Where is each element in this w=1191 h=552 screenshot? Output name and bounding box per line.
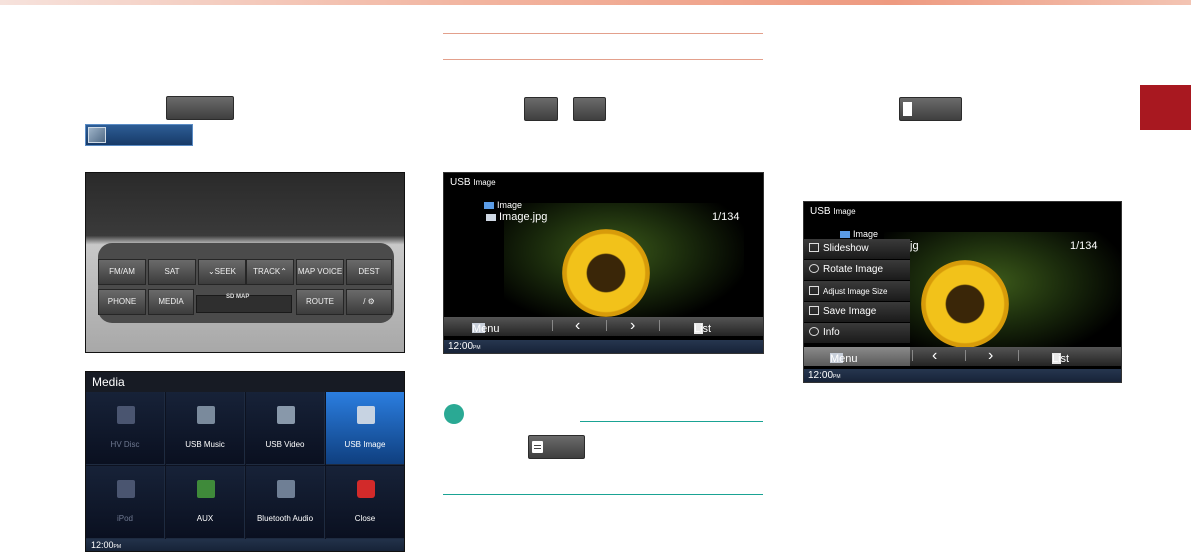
image-menu-key-icon — [903, 102, 912, 116]
sunflower-photo — [562, 229, 650, 317]
media-screen-title: Media — [86, 372, 404, 392]
note-icon — [444, 404, 464, 424]
media-item-ipod: iPod — [86, 466, 165, 539]
screen-clock: 12:00PM — [804, 369, 1121, 382]
top-gradient-bar — [0, 0, 1191, 5]
media-key-chip — [166, 96, 234, 120]
image-menu-key-chip — [899, 97, 962, 121]
menu-popup: Slideshow Rotate Image Adjust Image Size… — [804, 239, 910, 344]
usb-image-screen-playback: USB Image Image Image.jpg 1/134 Menu ‹ ›… — [443, 172, 764, 354]
screen-bottom-bar: Menu ‹ › List — [804, 347, 1121, 366]
screen-title: USB Image — [810, 206, 856, 217]
next-key-chip — [573, 97, 606, 121]
media-item-usb-video: USB Video — [246, 392, 325, 465]
radio-control-panel-photo: FM/AM SAT ⌄SEEK TRACK⌃ MAP VOICE DEST PH… — [85, 172, 405, 353]
resize-icon — [809, 286, 819, 295]
file-name-fragment: jg — [910, 240, 919, 252]
section-rule-top — [443, 33, 763, 34]
bar-divider — [965, 350, 966, 361]
section-rule-second — [443, 59, 763, 60]
usb-music-icon — [197, 406, 215, 424]
panel-button-sat: SAT — [148, 259, 196, 285]
next-button[interactable]: › — [988, 347, 993, 365]
ipod-icon — [117, 480, 135, 498]
sd-map-label: SD MAP — [226, 294, 250, 300]
folder-name: Image — [840, 229, 878, 239]
bluetooth-audio-icon — [277, 480, 295, 498]
slideshow-icon — [809, 243, 819, 252]
folder-icon — [484, 202, 494, 210]
panel-button-fm-am: FM/AM — [98, 259, 146, 285]
prev-key-chip — [524, 97, 558, 121]
panel-button-phone: PHONE — [98, 289, 146, 315]
panel-button-power-setup: / ⚙ — [346, 289, 392, 315]
note-rule-top — [580, 421, 763, 422]
close-icon — [357, 480, 375, 498]
usb-video-icon — [277, 406, 295, 424]
prev-button[interactable]: ‹ — [575, 317, 580, 335]
menu-item-save-image[interactable]: Save Image — [804, 302, 910, 323]
media-item-close: Close — [326, 466, 404, 539]
file-name: Image.jpg — [486, 211, 547, 223]
rotate-icon — [809, 264, 819, 273]
image-counter: 1/134 — [712, 211, 740, 223]
bar-divider — [659, 320, 660, 331]
panel-button-dest: DEST — [346, 259, 392, 285]
sunflower-photo — [921, 260, 1009, 348]
prev-button[interactable]: ‹ — [932, 347, 937, 365]
disc-icon — [117, 406, 135, 424]
media-item-aux: AUX — [166, 466, 245, 539]
aux-cable-icon — [197, 480, 215, 498]
media-item-usb-music: USB Music — [166, 392, 245, 465]
bar-divider — [606, 320, 607, 331]
menu-item-rotate-image[interactable]: Rotate Image — [804, 260, 910, 281]
panel-button-map-voice: MAP VOICE — [296, 259, 344, 285]
menu-item-slideshow[interactable]: Slideshow — [804, 239, 910, 260]
usb-image-thumb-icon — [88, 127, 106, 143]
media-item-usb-image: USB Image — [326, 392, 404, 465]
info-icon — [809, 327, 819, 336]
media-screen-clock: 12:00PM — [86, 539, 404, 551]
media-item-bluetooth-audio: Bluetooth Audio — [246, 466, 325, 539]
image-counter: 1/134 — [1070, 240, 1098, 252]
panel-button-seek: ⌄SEEK — [198, 259, 246, 285]
next-button[interactable]: › — [630, 317, 635, 335]
list-icon — [532, 441, 543, 453]
media-item-hv-disc: HV Disc — [86, 392, 165, 465]
bar-divider — [1018, 350, 1019, 361]
note-rule-bottom — [443, 494, 763, 495]
folder-name: Image — [484, 200, 522, 210]
screen-bottom-bar: Menu ‹ › List — [444, 317, 763, 336]
image-file-icon — [486, 213, 496, 221]
screen-clock: 12:00PM — [444, 340, 763, 353]
panel-button-route: ROUTE — [296, 289, 344, 315]
panel-button-media: MEDIA — [148, 289, 194, 315]
usb-image-chip — [85, 124, 193, 146]
bar-divider — [552, 320, 553, 331]
folder-icon — [840, 231, 850, 239]
panel-button-track: TRACK⌃ — [246, 259, 294, 285]
bar-divider — [912, 350, 913, 361]
screen-title: USB Image — [450, 177, 496, 188]
media-screen: Media HV Disc USB Music USB Video USB Im… — [85, 371, 405, 552]
menu-item-info[interactable]: Info — [804, 323, 910, 344]
save-icon — [809, 306, 819, 315]
usb-image-screen-menu: USB Image Image jg 1/134 Slideshow Rotat… — [803, 201, 1122, 383]
usb-image-icon — [357, 406, 375, 424]
list-key-chip — [528, 435, 585, 459]
menu-item-adjust-image-size[interactable]: Adjust Image Size — [804, 281, 910, 302]
chapter-tab-marker — [1140, 85, 1191, 130]
